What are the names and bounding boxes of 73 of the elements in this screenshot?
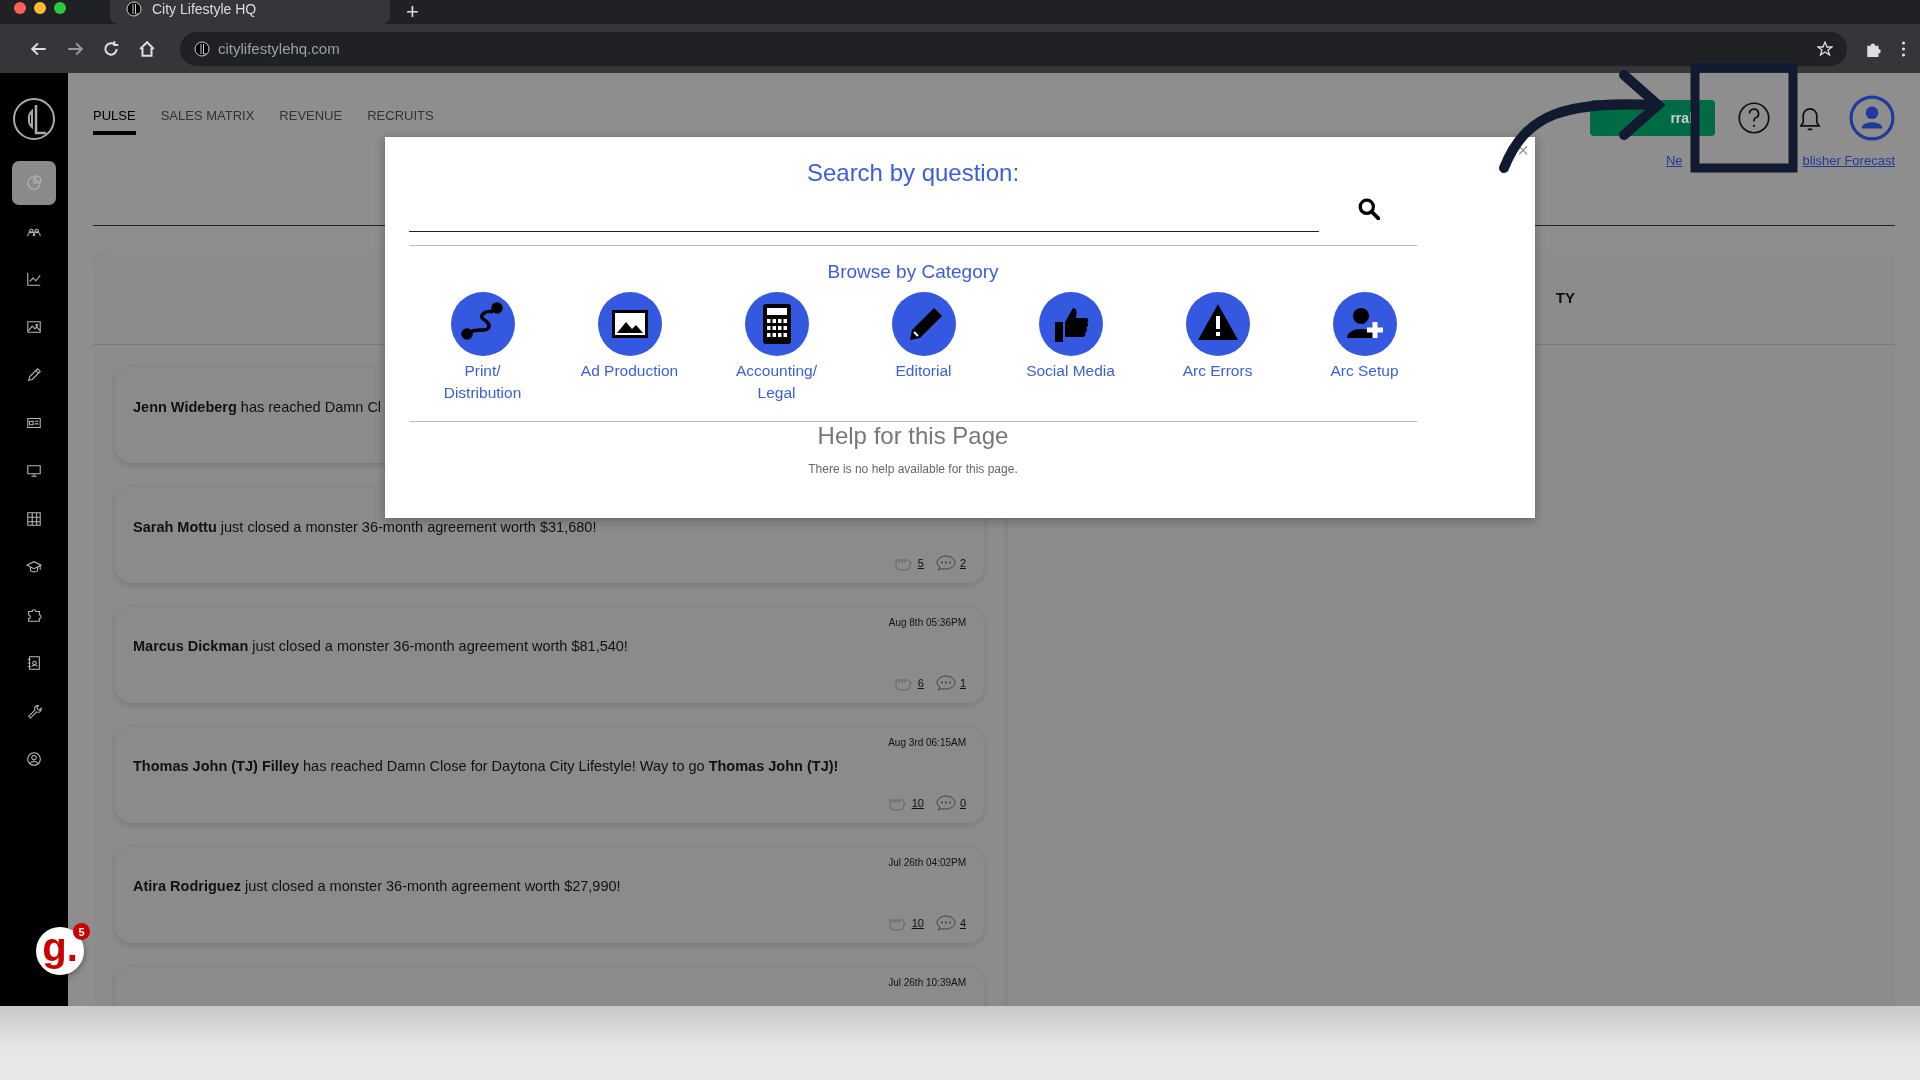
category-icon[interactable] [1332, 292, 1397, 356]
category-link[interactable]: Accounting/ Legal [736, 360, 817, 404]
nav-tab[interactable]: PULSE [93, 108, 136, 135]
browser-menu-icon[interactable] [1901, 40, 1906, 57]
category-icon[interactable] [744, 292, 809, 356]
help-text: There is no help available for this page. [808, 462, 1018, 476]
browser-tab[interactable]: City Lifestyle HQ [110, 0, 390, 24]
panel-heading: TY [1555, 289, 1575, 306]
bookmark-star-icon[interactable] [1817, 40, 1833, 57]
help-icon[interactable] [1737, 101, 1771, 135]
dialog-title: Search by question: [806, 159, 1020, 187]
avatar-icon[interactable] [1849, 95, 1895, 141]
category-link[interactable]: Ad Production [580, 360, 679, 382]
post-text: Marcus Dickman just closed a monster 36-month agreement worth $81,540! [133, 638, 629, 654]
comment-count[interactable]: 2 [959, 557, 966, 569]
pie-chart-icon [26, 175, 42, 191]
site-logo-icon [194, 40, 210, 57]
category-icon[interactable] [597, 292, 662, 356]
new-tab-button[interactable]: + [406, 0, 419, 24]
post-text: Jenn Wideberg has reached Damn Cl [133, 399, 383, 415]
category-link[interactable]: Print/ Distribution [443, 360, 522, 404]
search-icon[interactable] [1358, 197, 1380, 220]
notification-badge: 5 [73, 923, 90, 940]
pencil-icon [26, 367, 42, 383]
post-text: Sarah Mottu just closed a monster 36-month agreement worth $31,680! [133, 519, 598, 535]
grid-icon [26, 511, 42, 527]
post-time: Aug 8th 05:36PM [888, 617, 966, 628]
category-icon[interactable] [1038, 292, 1103, 356]
contact-book-icon [26, 655, 42, 671]
category-link[interactable]: Arc Setup [1330, 360, 1399, 382]
wrench-icon [26, 703, 42, 719]
app-logo-icon[interactable] [12, 97, 56, 141]
post-text: Thomas John (TJ) Filley has reached Damn Close for Daytona City Lifestyle! Way to go Thomas John (TJ)! [133, 758, 840, 774]
fist-count[interactable]: 5 [917, 557, 924, 569]
window-controls[interactable] [14, 0, 66, 14]
category-icon[interactable] [1185, 292, 1250, 356]
home-icon[interactable] [138, 39, 156, 58]
image-icon [26, 319, 42, 335]
line-chart-icon [26, 271, 42, 287]
comment-count[interactable]: 4 [959, 917, 966, 929]
header-link[interactable]: blisher Forecast [1802, 153, 1895, 168]
category-link[interactable]: Social Media [1026, 360, 1115, 382]
graduation-cap-icon [26, 559, 42, 575]
nav-tab[interactable]: REVENUE [279, 108, 343, 131]
nav-tab[interactable]: RECRUITS [367, 108, 434, 131]
post-time: Aug 3rd 06:15AM [888, 737, 966, 748]
category-link[interactable]: Editorial [895, 360, 952, 382]
help-title: Help for this Page [817, 422, 1009, 450]
fist-count[interactable]: 10 [911, 917, 924, 929]
nav-tab[interactable]: SALES MATRIX [160, 108, 255, 131]
comment-icon[interactable] [935, 795, 956, 811]
monitor-icon [26, 463, 42, 479]
category-icon[interactable] [450, 292, 515, 356]
comment-count[interactable]: 1 [959, 677, 966, 689]
sidebar-item[interactable] [12, 161, 56, 205]
post-time: Jul 26th 10:39AM [888, 977, 966, 988]
fist-count[interactable]: 6 [917, 677, 924, 689]
category-icon[interactable] [891, 292, 956, 356]
category-link[interactable]: Arc Errors [1182, 360, 1253, 382]
post-time: Jul 26th 04:02PM [888, 857, 966, 868]
comment-count[interactable]: 0 [959, 797, 966, 809]
header-link[interactable]: Ne [1665, 153, 1683, 168]
newspaper-icon [26, 415, 42, 431]
site-logo-icon [126, 1, 142, 17]
post-text: Atira Rodriguez just closed a monster 36-month agreement worth $27,990! [133, 878, 622, 894]
puzzle-icon [26, 607, 42, 623]
section-title: Browse by Category [827, 261, 999, 283]
reload-icon[interactable] [102, 39, 120, 58]
comment-icon[interactable] [935, 915, 956, 931]
fist-count[interactable]: 10 [911, 797, 924, 809]
comment-icon[interactable] [935, 675, 956, 691]
address-bar[interactable]: citylifestylehq.com [180, 31, 1847, 66]
comment-icon[interactable] [935, 555, 956, 571]
